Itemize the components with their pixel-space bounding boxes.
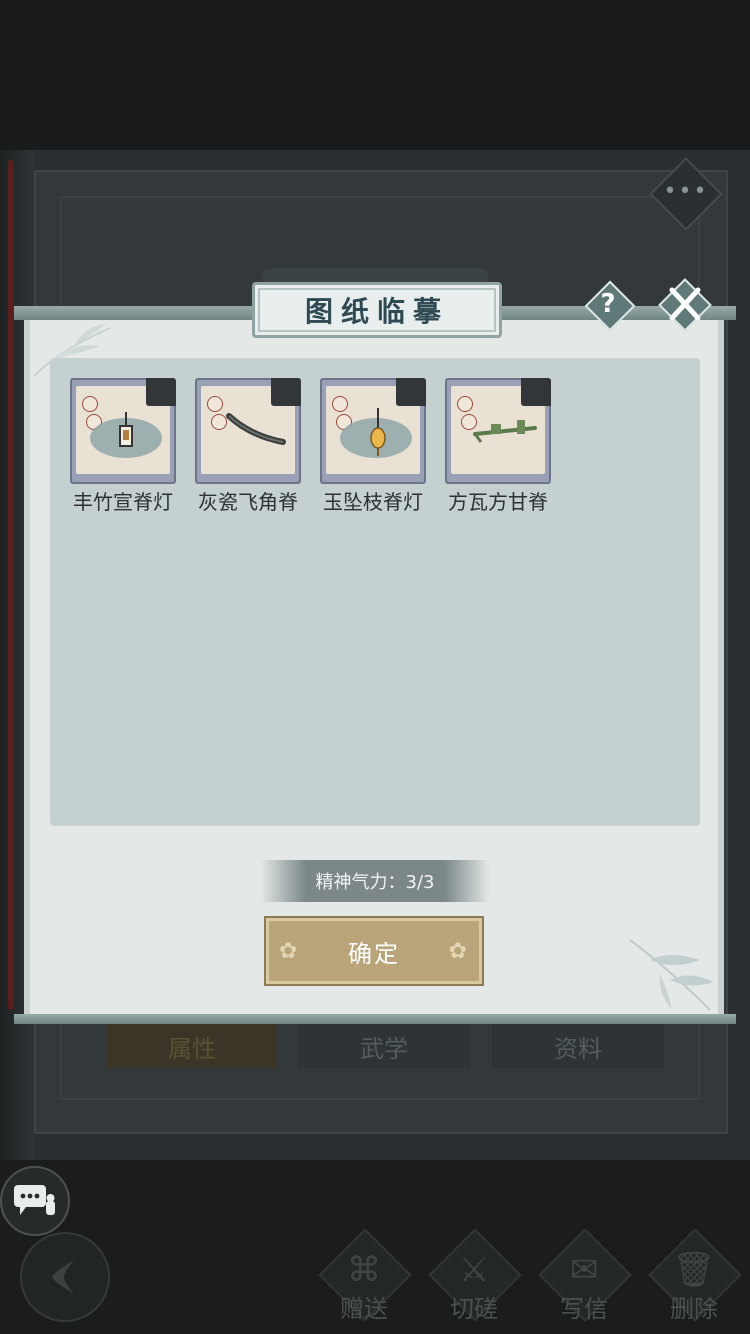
flower-ornament-icon: ✿ xyxy=(279,939,300,964)
write-letter-button[interactable]: ✉ 写信 xyxy=(536,1228,632,1332)
more-dots-icon: ••• xyxy=(663,179,709,204)
scroll-icon: ⌘ xyxy=(347,1250,381,1290)
energy-status: 精神气力：3/3 xyxy=(260,860,490,902)
confirm-label: 确定 xyxy=(348,939,400,968)
close-icon xyxy=(669,287,701,321)
flower-ornament-icon: ✿ xyxy=(448,939,469,964)
dialog-title-plate: 图纸临摹 xyxy=(252,282,502,338)
trash-icon: 🗑 xyxy=(672,1250,716,1290)
letter-icon: ✉ xyxy=(569,1250,599,1290)
item-corner-badge xyxy=(146,378,176,406)
item-name: 灰瓷飞角脊 xyxy=(198,490,298,514)
write-letter-label: 写信 xyxy=(560,1295,608,1323)
dialog-title: 图纸临摹 xyxy=(304,295,449,328)
item-corner-badge xyxy=(521,378,551,406)
dialog-bottom-border xyxy=(14,1014,736,1024)
item-name: 玉坠枝脊灯 xyxy=(323,490,423,514)
close-button[interactable] xyxy=(658,278,712,332)
spar-label: 切磋 xyxy=(450,1295,498,1323)
item-name: 方瓦方甘脊 xyxy=(448,490,548,514)
delete-label: 删除 xyxy=(670,1295,718,1323)
chat-button[interactable] xyxy=(0,1166,70,1236)
bookmark-ribbon xyxy=(8,160,14,1010)
gift-label: 赠送 xyxy=(340,1295,388,1323)
gift-button[interactable]: ⌘ 赠送 xyxy=(316,1228,412,1332)
item-corner-badge xyxy=(396,378,426,406)
help-button[interactable]: ? xyxy=(584,280,636,332)
tab-profile[interactable]: 资料 xyxy=(492,1024,664,1068)
tab-attributes[interactable]: 属性 xyxy=(106,1024,278,1068)
bamboo-decoration-icon xyxy=(629,939,714,1011)
confirm-button[interactable]: ✿ 确定 ✿ xyxy=(266,918,482,984)
back-button[interactable] xyxy=(20,1232,110,1322)
delete-button[interactable]: 🗑 删除 xyxy=(646,1228,742,1332)
tab-martial-arts[interactable]: 武学 xyxy=(298,1024,470,1068)
back-arrow-icon xyxy=(52,1260,74,1294)
sword-icon: ⚔ xyxy=(458,1250,490,1290)
chat-bubble-icon xyxy=(14,1185,55,1215)
item-corner-badge xyxy=(271,378,301,406)
question-mark-icon: ? xyxy=(600,289,616,319)
item-name: 丰竹宣脊灯 xyxy=(73,490,173,514)
spar-button[interactable]: ⚔ 切磋 xyxy=(426,1228,522,1332)
